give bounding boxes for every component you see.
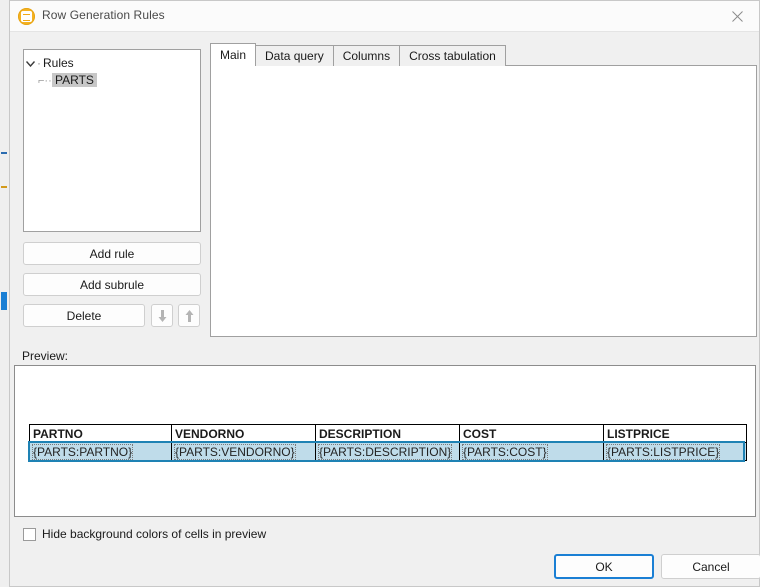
add-subrule-button[interactable]: Add subrule (23, 273, 201, 296)
bg-accent-blue (1, 152, 7, 154)
table-cell[interactable]: {PARTS:LISTPRICE} (603, 442, 747, 461)
title-bar: Row Generation Rules (10, 1, 759, 32)
checkbox-box[interactable] (23, 527, 36, 541)
tab-cross-tabulation[interactable]: Cross tabulation (399, 45, 506, 66)
hide-background-colors-label: Hide background colors of cells in previ… (42, 527, 267, 541)
tab-data-query[interactable]: Data query (255, 45, 334, 66)
table-header-cell: VENDORNO (171, 424, 316, 443)
tab-strip: Main Data query Columns Cross tabulation (210, 43, 506, 66)
table-cell[interactable]: {PARTS:DESCRIPTION} (315, 442, 460, 461)
table-cell[interactable]: {PARTS:VENDORNO} (171, 442, 316, 461)
move-up-button[interactable] (178, 304, 200, 327)
rules-tree[interactable]: · Rules ⌐·· PARTS (23, 49, 201, 232)
tree-dot: · (37, 56, 41, 70)
arrow-up-icon (185, 309, 193, 322)
preview-panel[interactable]: PARTNO VENDORNO DESCRIPTION COST LISTPRICE {… (14, 365, 756, 517)
chevron-down-icon[interactable] (24, 55, 36, 72)
table-cell[interactable]: {PARTS:COST} (459, 442, 604, 461)
table-cell-text: {PARTS:LISTPRICE} (605, 443, 721, 460)
window-title: Row Generation Rules (42, 8, 165, 22)
table-cell-text: {PARTS:PARTNO} (31, 443, 134, 460)
add-rule-button[interactable]: Add rule (23, 242, 201, 265)
tab-columns[interactable]: Columns (332, 45, 401, 66)
preview-table: PARTNO VENDORNO DESCRIPTION COST LISTPRICE {… (29, 424, 747, 461)
close-icon (731, 10, 743, 22)
tree-connector: ⌐·· (38, 75, 52, 87)
tree-root-label: Rules (43, 56, 74, 70)
preview-label: Preview: (22, 349, 69, 363)
tab-panel-main (210, 65, 757, 337)
table-header-cell: LISTPRICE (603, 424, 747, 443)
table-header-cell: PARTNO (29, 424, 172, 443)
bg-accent-selection (1, 292, 7, 310)
tree-item-parts[interactable]: ⌐·· PARTS (24, 72, 200, 89)
table-cell-text: {PARTS:VENDORNO} (174, 443, 296, 460)
app-icon (18, 8, 35, 25)
delete-button[interactable]: Delete (23, 304, 145, 327)
table-cell[interactable]: {PARTS:PARTNO} (29, 442, 172, 461)
tree-child-label: PARTS (52, 73, 97, 87)
table-header-row: PARTNO VENDORNO DESCRIPTION COST LISTPRICE (29, 424, 747, 443)
move-down-button[interactable] (151, 304, 173, 327)
table-header-cell: COST (459, 424, 604, 443)
row-generation-rules-dialog: Row Generation Rules · Rules ⌐·· PARTS Ad… (9, 0, 760, 587)
ok-button[interactable]: OK (554, 554, 654, 579)
table-cell-text: {PARTS:COST} (462, 443, 548, 460)
close-button[interactable] (715, 1, 759, 31)
cancel-button[interactable]: Cancel (661, 554, 760, 579)
table-header-cell: DESCRIPTION (315, 424, 460, 443)
tab-main[interactable]: Main (210, 43, 257, 66)
table-row: {PARTS:PARTNO} {PARTS:VENDORNO} {PARTS:DES… (29, 442, 747, 461)
table-cell-text: {PARTS:DESCRIPTION} (317, 443, 453, 460)
arrow-down-icon (158, 309, 166, 322)
hide-background-colors-checkbox[interactable]: Hide background colors of cells in previ… (23, 527, 266, 541)
bg-accent-yellow (1, 186, 7, 188)
tree-item-rules[interactable]: · Rules (24, 55, 200, 72)
